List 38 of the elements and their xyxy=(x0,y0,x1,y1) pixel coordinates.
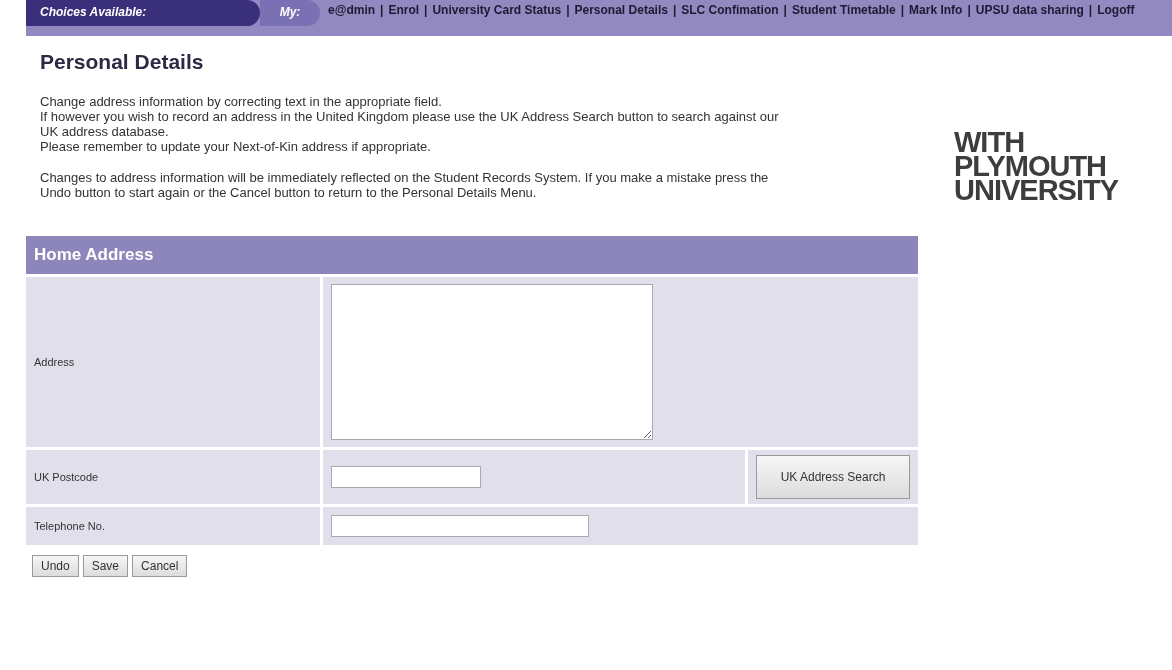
form-button[interactable]: Cancel xyxy=(132,555,188,577)
nav-link[interactable]: Mark Info xyxy=(909,3,963,17)
form-button[interactable]: Undo xyxy=(32,555,79,577)
nav-link[interactable]: Enrol xyxy=(388,3,420,17)
nav-link[interactable]: University Card Status xyxy=(432,3,562,17)
instruction-text: Please remember to update your Next-of-Kin address if appropriate. xyxy=(40,139,432,154)
field-label: UK Postcode xyxy=(26,450,320,504)
link-separator: | xyxy=(967,3,971,17)
form-button[interactable]: Save xyxy=(82,555,129,577)
link-separator: | xyxy=(424,3,428,17)
link-separator: | xyxy=(672,3,677,17)
nav-link[interactable]: SLC Confimation xyxy=(681,3,779,17)
link-separator: | xyxy=(380,3,384,17)
link-separator: | xyxy=(566,3,570,17)
address-search-button[interactable]: UK Address Search xyxy=(756,455,910,499)
field-label: Telephone No. xyxy=(26,507,320,545)
nav-link[interactable]: Logoff xyxy=(1097,3,1135,17)
telephone-field[interactable] xyxy=(331,515,589,537)
instruction-text: Change address information by correcting text in the appropriate field. xyxy=(40,94,443,109)
nav-link[interactable]: Student Timetable xyxy=(791,3,896,17)
my-label: My: xyxy=(260,0,320,26)
section-header: Home Address xyxy=(26,236,918,274)
postcode-field[interactable] xyxy=(331,466,481,488)
field-label: Address xyxy=(26,277,320,447)
address-field[interactable] xyxy=(331,284,653,440)
logo-text: UNIVERSITY xyxy=(954,178,1119,202)
choices-label: Choices Available: xyxy=(26,0,260,26)
nav-link[interactable]: UPSU data sharing xyxy=(975,3,1084,17)
page-title: Personal Details xyxy=(40,50,205,74)
nav-link[interactable]: e@dmin xyxy=(328,3,376,17)
logo-text: PLYMOUTH xyxy=(954,154,1107,178)
logo-text: WITH xyxy=(954,130,1025,154)
nav-link[interactable]: Personal Details xyxy=(574,3,668,17)
link-separator: | xyxy=(783,3,787,17)
instruction-text: If however you wish to record an address in the United Kingdom please use the UK Address Search button to search against our UK address database. xyxy=(40,109,780,139)
instruction-text: Changes to address information will be immediately reflected on the Student Records System. If you make a mistake press the Undo button to start again or the Cancel button to return to the Personal Details Menu. xyxy=(40,170,770,200)
link-separator: | xyxy=(900,3,905,17)
link-separator: | xyxy=(1088,3,1093,17)
